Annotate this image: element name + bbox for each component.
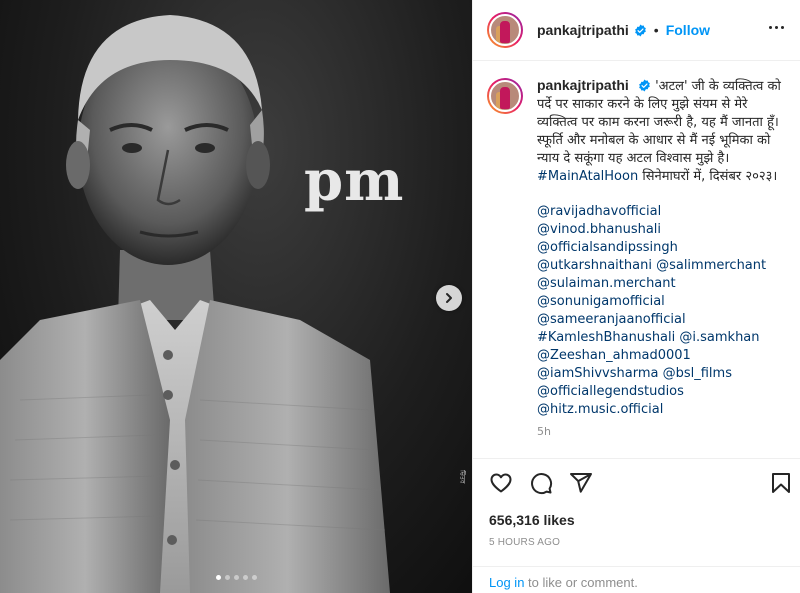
mention-line: @officiallegendstudios xyxy=(537,383,785,401)
caption-text: pankajtripathi 'अटल' जी के व्यक्तित्व को… xyxy=(537,76,785,441)
carousel-dot xyxy=(224,575,230,580)
follow-button[interactable]: Follow xyxy=(666,22,710,38)
mention-link[interactable]: @officialsandipssingh xyxy=(537,240,678,255)
mention-link[interactable]: @hitz.music.official xyxy=(537,402,663,417)
verified-icon xyxy=(634,24,646,36)
carousel-dot xyxy=(242,575,248,580)
next-slide-button[interactable] xyxy=(436,285,462,311)
verified-icon xyxy=(639,79,650,92)
post-header: pankajtripathi • Follow xyxy=(473,0,800,61)
post-image[interactable]: pm ਚਿੱਤਰ xyxy=(0,0,472,593)
mention-link[interactable]: @vinod.bhanushali xyxy=(537,222,661,237)
heart-icon[interactable] xyxy=(489,471,513,495)
mention-link[interactable]: @officiallegendstudios xyxy=(537,384,684,399)
mention-link[interactable]: @bsl_films xyxy=(663,366,732,381)
mention-link[interactable]: @sulaiman.merchant xyxy=(537,276,676,291)
mention-link[interactable]: @sameeranjaanofficial xyxy=(537,312,686,327)
login-link[interactable]: Log in xyxy=(489,575,524,590)
caption-avatar[interactable] xyxy=(487,78,523,114)
mention-link[interactable]: #KamleshBhanushali xyxy=(537,330,675,345)
chevron-right-icon xyxy=(446,293,452,303)
separator: • xyxy=(653,22,659,38)
mention-line: @utkarshnaithani @salimmerchant xyxy=(537,257,785,275)
avatar[interactable] xyxy=(487,12,523,48)
mention-line: @sameeranjaanofficial xyxy=(537,311,785,329)
mention-link[interactable]: @sonunigamofficial xyxy=(537,294,665,309)
carousel-dot xyxy=(251,575,257,580)
action-bar xyxy=(473,458,800,508)
mention-link[interactable]: @iamShivvsharma xyxy=(537,366,658,381)
image-credit: ਚਿੱਤਰ xyxy=(459,470,465,484)
mention-link[interactable]: @i.samkhan xyxy=(679,330,759,345)
mentions-list: @ravijadhavofficial @vinod.bhanushali @of… xyxy=(537,203,785,419)
mention-line: @sulaiman.merchant xyxy=(537,275,785,293)
mention-line: @sonunigamofficial xyxy=(537,293,785,311)
bookmark-icon[interactable] xyxy=(769,471,793,495)
login-prompt: Log in to like or comment. xyxy=(473,566,800,593)
like-count[interactable]: 656,316 likes xyxy=(489,512,575,528)
comment-icon[interactable] xyxy=(529,471,553,495)
mention-link[interactable]: @Zeeshan_ahmad0001 xyxy=(537,348,691,363)
caption-time: 5h xyxy=(537,425,551,438)
caption-section[interactable]: pankajtripathi 'अटल' जी के व्यक्तित्व को… xyxy=(473,62,800,458)
carousel-indicator xyxy=(0,575,472,580)
poster-title: pm xyxy=(304,148,405,214)
post-timestamp[interactable]: 5 HOURS AGO xyxy=(489,537,560,548)
more-icon[interactable] xyxy=(769,26,784,29)
mention-line: @ravijadhavofficial @vinod.bhanushali xyxy=(537,203,785,239)
carousel-dot xyxy=(215,575,221,580)
portrait-illustration xyxy=(0,15,390,593)
share-icon[interactable] xyxy=(569,471,593,495)
mention-line: @officialsandipssingh xyxy=(537,239,785,257)
mention-line: @Zeeshan_ahmad0001 xyxy=(537,347,785,365)
mention-line: #KamleshBhanushali @i.samkhan xyxy=(537,329,785,347)
mention-link[interactable]: @salimmerchant xyxy=(656,258,766,273)
mention-link[interactable]: @utkarshnaithani xyxy=(537,258,652,273)
hashtag-link[interactable]: #MainAtalHoon xyxy=(537,169,638,184)
mention-link[interactable]: @ravijadhavofficial xyxy=(537,204,661,219)
carousel-dot xyxy=(233,575,239,580)
header-username[interactable]: pankajtripathi xyxy=(537,22,629,38)
mention-line: @hitz.music.official xyxy=(537,401,785,419)
caption-username[interactable]: pankajtripathi xyxy=(537,77,629,93)
login-prompt-text: to like or comment. xyxy=(524,575,638,590)
post-side-panel: pankajtripathi • Follow pankajtripathi '… xyxy=(472,0,800,593)
mention-line: @iamShivvsharma @bsl_films xyxy=(537,365,785,383)
caption-body-end: सिनेमाघरों में, दिसंबर २०२३। xyxy=(638,169,778,184)
